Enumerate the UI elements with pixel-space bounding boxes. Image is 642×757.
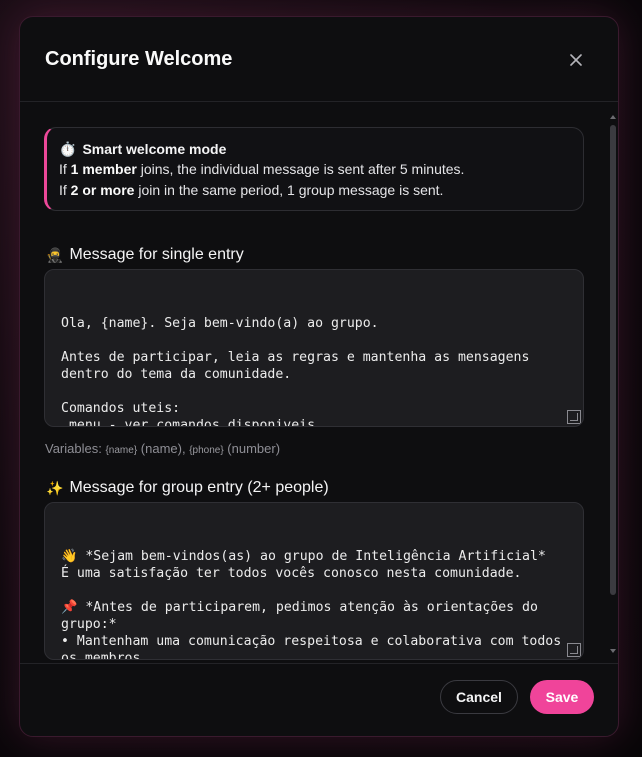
modal-title: Configure Welcome <box>45 48 233 70</box>
cancel-button[interactable]: Cancel <box>440 680 518 714</box>
info-line-single: If 1 member joins, the individual messag… <box>59 161 465 177</box>
scroll-up-arrow-icon[interactable] <box>610 115 616 119</box>
sparkles-icon: ✨ <box>46 479 64 496</box>
ninja-icon: 🥷 <box>46 246 64 263</box>
save-button[interactable]: Save <box>530 680 594 714</box>
single-entry-label: 🥷 Message for single entry <box>46 246 244 264</box>
configure-welcome-modal: Configure Welcome ⏱️ Smart welcome mode … <box>19 16 619 737</box>
group-entry-label-text: Message for group entry (2+ people) <box>69 479 329 496</box>
variable-phone-token: {phone} <box>189 445 224 456</box>
single-entry-textarea[interactable]: Ola, {name}. Seja bem-vindo(a) ao grupo.… <box>44 269 584 427</box>
resize-handle[interactable] <box>567 410 581 424</box>
close-button[interactable] <box>565 49 587 71</box>
info-bold-2-or-more: 2 or more <box>70 182 135 198</box>
scroll-down-arrow-icon[interactable] <box>610 649 616 653</box>
info-title: ⏱️ Smart welcome mode <box>59 139 583 159</box>
smart-welcome-info-box: ⏱️ Smart welcome mode If 1 member joins,… <box>44 127 584 211</box>
single-entry-text: Ola, {name}. Seja bem-vindo(a) ao grupo.… <box>61 316 530 427</box>
variable-name-token: {name} <box>105 445 138 456</box>
group-entry-label: ✨ Message for group entry (2+ people) <box>46 479 329 497</box>
stopwatch-icon: ⏱️ <box>59 141 77 157</box>
scroll-thumb[interactable] <box>610 125 616 595</box>
modal-header: Configure Welcome <box>20 17 618 102</box>
modal-scrollbar[interactable] <box>609 113 617 653</box>
variables-hint: Variables: {name} (name), {phone} (numbe… <box>45 441 281 456</box>
modal-footer: Cancel Save <box>20 663 618 736</box>
single-entry-label-text: Message for single entry <box>69 246 244 263</box>
group-entry-textarea[interactable]: 👋 *Sejam bem-vindos(as) ao grupo de Inte… <box>44 502 584 660</box>
info-bold-1-member: 1 member <box>70 161 137 177</box>
info-title-text: Smart welcome mode <box>82 141 227 157</box>
resize-handle[interactable] <box>567 643 581 657</box>
group-entry-text: 👋 *Sejam bem-vindos(as) ao grupo de Inte… <box>61 549 562 660</box>
modal-body[interactable]: ⏱️ Smart welcome mode If 1 member joins,… <box>20 103 608 663</box>
close-icon <box>570 54 582 66</box>
info-line-group: If 2 or more join in the same period, 1 … <box>59 182 444 198</box>
